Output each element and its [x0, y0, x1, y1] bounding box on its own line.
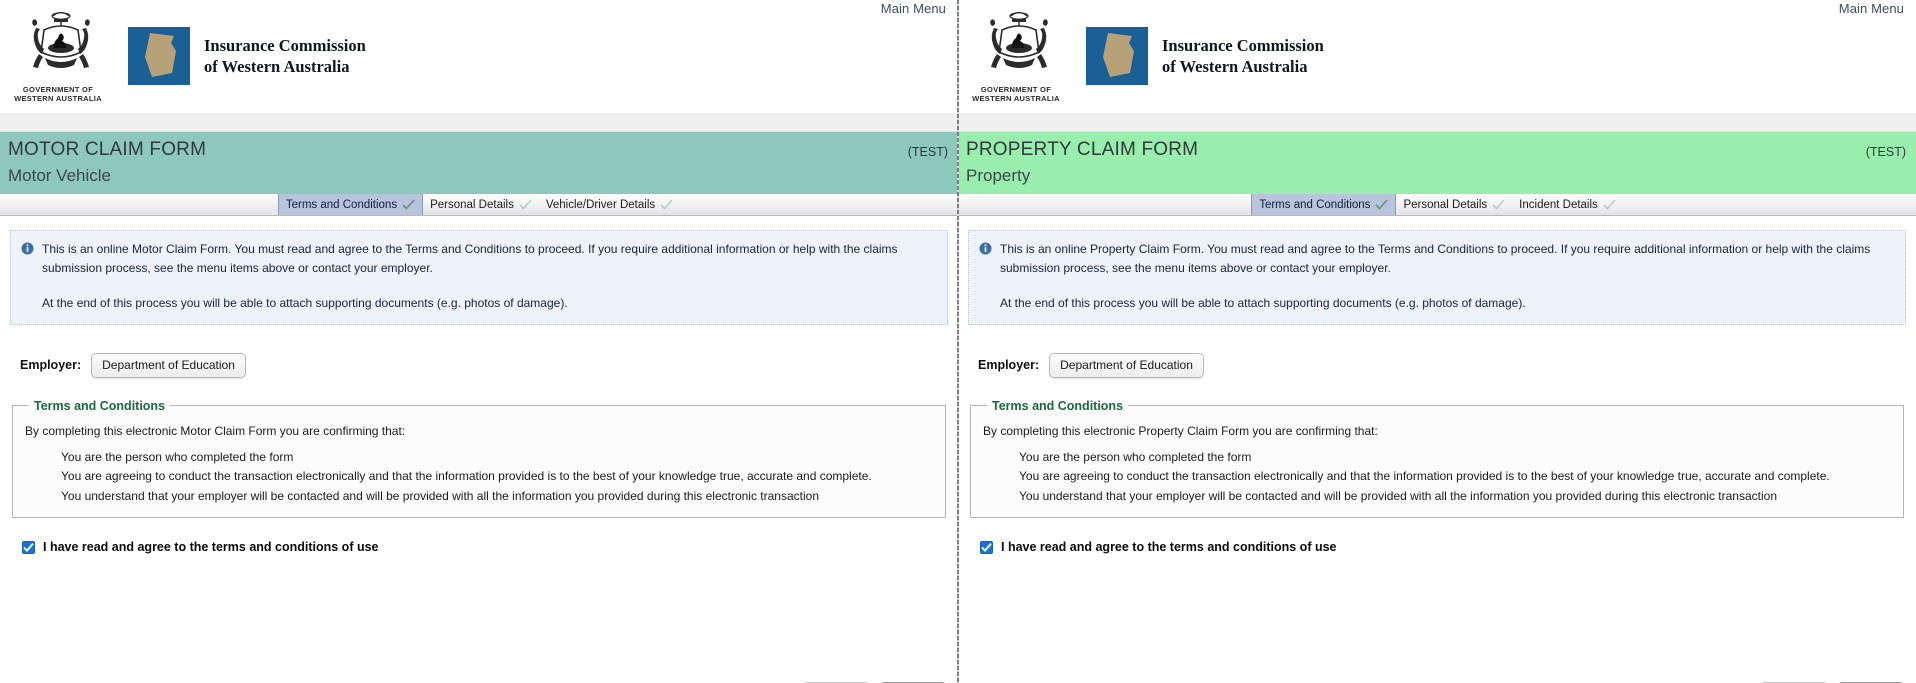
checkmark-icon: [23, 542, 34, 552]
employer-value-field[interactable]: Department of Education: [91, 352, 246, 378]
check-tick-icon: [1375, 199, 1389, 210]
crest-icon: [990, 11, 1048, 68]
terms-bullet: You are agreeing to conduct the transact…: [61, 467, 933, 486]
tab-label: Personal Details: [1403, 198, 1488, 211]
tab-label: Personal Details: [430, 198, 514, 211]
form-banner: MOTOR CLAIM FORM Motor Vehicle (TEST): [0, 132, 958, 194]
tab-incident-details[interactable]: Incident Details: [1512, 194, 1623, 215]
organisation-name: Insurance Commission of Western Australi…: [1162, 35, 1324, 76]
tab-label: Terms and Conditions: [285, 198, 398, 211]
information-notice: This is an online Property Claim Form. Y…: [968, 230, 1906, 325]
form-title: MOTOR CLAIM FORM: [8, 139, 207, 160]
terms-bullet: You are the person who completed the for…: [61, 448, 933, 467]
terms-legend: Terms and Conditions: [992, 398, 1124, 413]
employer-label: Employer:: [20, 358, 82, 373]
insurance-commission-logo: Insurance Commission of Western Australi…: [1086, 26, 1324, 85]
form-step-tabs: Terms and Conditions Personal Details Ve…: [0, 194, 958, 216]
form-subtitle: Motor Vehicle: [8, 166, 111, 185]
terms-bullet-list: You are the person who completed the for…: [25, 448, 933, 506]
terms-bullet-list: You are the person who completed the for…: [983, 448, 1891, 506]
agree-terms-checkbox[interactable]: [980, 540, 993, 554]
page-header: Main Menu GOVERNMENT OF WESTERN AUSTRALI…: [958, 0, 1916, 113]
checkmark-icon: [981, 542, 992, 552]
tab-vehicle-driver-details[interactable]: Vehicle/Driver Details: [539, 194, 680, 215]
info-paragraph-1: This is an online Motor Claim Form. You …: [42, 242, 898, 275]
agree-terms-label: I have read and agree to the terms and c…: [1001, 540, 1337, 555]
form-content: This is an online Motor Claim Form. You …: [0, 230, 958, 683]
employer-label: Employer:: [978, 358, 1040, 373]
form-banner: PROPERTY CLAIM FORM Property (TEST): [958, 132, 1916, 194]
window-divider: [957, 0, 959, 683]
terms-bullet: You understand that your employer will b…: [61, 487, 933, 506]
terms-bullet: You understand that your employer will b…: [1019, 487, 1891, 506]
info-paragraph-2: At the end of this process you will be a…: [1000, 296, 1526, 311]
terms-bullet: You are agreeing to conduct the transact…: [1019, 467, 1891, 486]
page-header: Main Menu GOVERNMENT OF WESTERN AUSTRALI…: [0, 0, 958, 113]
crest-caption: GOVERNMENT OF WESTERN AUSTRALIA: [14, 85, 102, 104]
logo-row: GOVERNMENT OF WESTERN AUSTRALIA Insuranc…: [0, 0, 958, 104]
tab-terms-and-conditions[interactable]: Terms and Conditions: [1251, 194, 1397, 215]
tab-label: Terms and Conditions: [1259, 198, 1371, 211]
terms-bullet: You are the person who completed the for…: [1019, 448, 1891, 467]
wa-government-crest: GOVERNMENT OF WESTERN AUSTRALIA: [968, 8, 1064, 104]
check-tick-icon: [1492, 199, 1505, 210]
terms-legend: Terms and Conditions: [34, 398, 166, 413]
tab-terms-and-conditions[interactable]: Terms and Conditions: [277, 194, 424, 215]
information-notice: This is an online Motor Claim Form. You …: [10, 230, 948, 325]
check-tick-icon: [519, 199, 532, 210]
employer-row: Employer: Department of Education: [10, 352, 948, 378]
terms-and-conditions-fieldset: Terms and Conditions By completing this …: [12, 398, 946, 519]
property-claim-browser-panel: Main Menu GOVERNMENT OF WESTERN AUSTRALI…: [958, 0, 1916, 683]
header-divider-strip: [958, 113, 1916, 132]
employer-row: Employer: Department of Education: [968, 352, 1906, 378]
info-paragraph-1: This is an online Property Claim Form. Y…: [1000, 242, 1871, 275]
wa-government-crest: GOVERNMENT OF WESTERN AUSTRALIA: [10, 8, 106, 104]
tab-label: Vehicle/Driver Details: [545, 198, 656, 211]
agree-terms-checkbox[interactable]: [22, 540, 35, 554]
logo-row: GOVERNMENT OF WESTERN AUSTRALIA Insuranc…: [958, 0, 1916, 104]
wa-map-logo-icon: [1086, 26, 1148, 85]
information-notice-text: This is an online Property Claim Form. Y…: [1000, 240, 1895, 313]
tab-personal-details[interactable]: Personal Details: [1396, 194, 1512, 215]
test-environment-flag: (TEST): [1865, 145, 1906, 159]
agree-terms-row[interactable]: I have read and agree to the terms and c…: [980, 540, 1906, 554]
agree-terms-label: I have read and agree to the terms and c…: [43, 540, 379, 555]
tab-label: Incident Details: [1519, 198, 1598, 211]
form-content: This is an online Property Claim Form. Y…: [958, 230, 1916, 683]
form-subtitle: Property: [966, 166, 1031, 185]
info-paragraph-2: At the end of this process you will be a…: [42, 296, 568, 311]
terms-intro: By completing this electronic Motor Clai…: [25, 423, 406, 438]
crest-icon: [32, 11, 90, 68]
terms-intro: By completing this electronic Property C…: [983, 423, 1378, 438]
terms-and-conditions-fieldset: Terms and Conditions By completing this …: [970, 398, 1904, 519]
main-menu-link[interactable]: Main Menu: [1839, 1, 1904, 16]
check-tick-icon: [660, 199, 673, 210]
organisation-name: Insurance Commission of Western Australi…: [204, 35, 366, 76]
tab-personal-details[interactable]: Personal Details: [423, 194, 539, 215]
header-divider-strip: [0, 113, 958, 132]
main-menu-link[interactable]: Main Menu: [881, 1, 946, 16]
form-title: PROPERTY CLAIM FORM: [966, 139, 1199, 160]
info-circle-icon: [979, 242, 992, 255]
wa-map-logo-icon: [128, 26, 190, 85]
crest-caption: GOVERNMENT OF WESTERN AUSTRALIA: [972, 85, 1060, 104]
motor-claim-browser-panel: Main Menu GOVERNMENT OF WESTERN AUSTRALI…: [0, 0, 958, 683]
check-tick-icon: [1603, 199, 1616, 210]
test-environment-flag: (TEST): [907, 145, 948, 159]
info-circle-icon: [21, 242, 34, 255]
form-step-tabs: Terms and Conditions Personal Details In…: [958, 194, 1916, 216]
insurance-commission-logo: Insurance Commission of Western Australi…: [128, 26, 366, 85]
dual-browser-screen: Main Menu GOVERNMENT OF WESTERN AUSTRALI…: [0, 0, 1916, 683]
employer-value-field[interactable]: Department of Education: [1049, 352, 1204, 378]
information-notice-text: This is an online Motor Claim Form. You …: [42, 240, 937, 313]
check-tick-icon: [402, 199, 415, 210]
agree-terms-row[interactable]: I have read and agree to the terms and c…: [22, 540, 948, 554]
